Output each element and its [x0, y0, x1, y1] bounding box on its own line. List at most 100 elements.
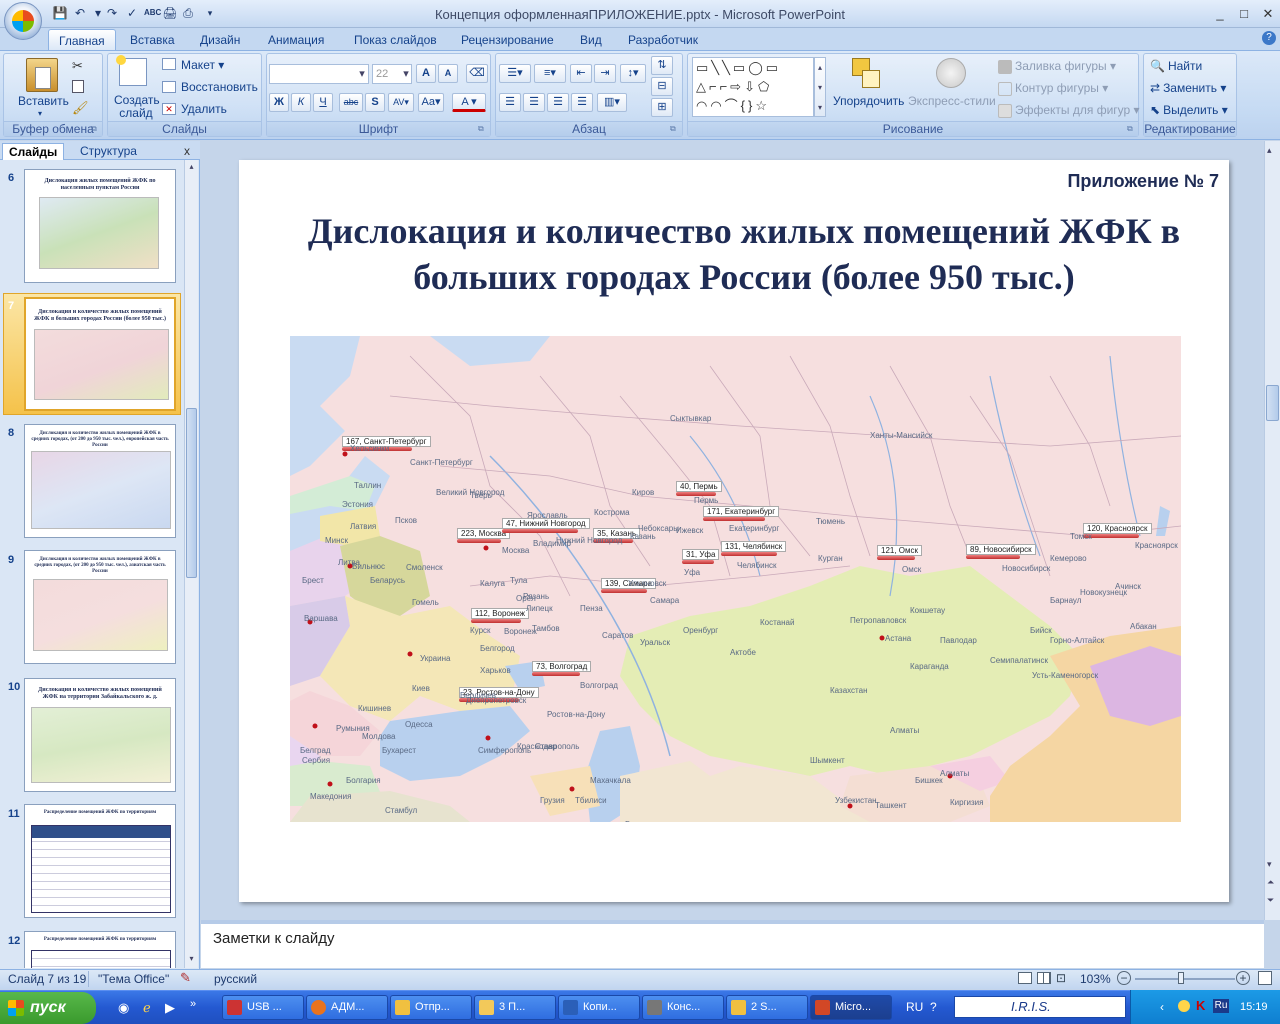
clear-formatting-button[interactable]: ⌫	[466, 64, 488, 83]
tab-animation[interactable]: Анимация	[258, 29, 334, 50]
shape-outline-button[interactable]: Контур фигуры ▾	[998, 81, 1108, 96]
slide-thumbnail[interactable]: Дислокация жилых помещений ЖФК по населе…	[24, 169, 176, 283]
tab-design[interactable]: Дизайн	[190, 29, 250, 50]
font-color-button[interactable]: A ▾	[452, 93, 486, 112]
columns-button[interactable]: ▥▾	[597, 93, 627, 112]
taskbar-item[interactable]: Отпр...	[390, 995, 472, 1020]
panel-scrollbar[interactable]: ▴ ▾	[184, 160, 198, 968]
quick-styles-button[interactable]: Экспресс-стили	[908, 94, 996, 108]
city-callout-omsk[interactable]: 121, Омск	[877, 545, 923, 560]
previous-slide-icon[interactable]: ⏶	[1267, 877, 1274, 888]
copy-icon[interactable]	[72, 80, 84, 93]
taskbar-item-active[interactable]: Micro...	[810, 995, 892, 1020]
minimize-button[interactable]: _	[1210, 6, 1230, 22]
theme-name[interactable]: "Тема Office"	[98, 972, 169, 986]
iris-toolbar[interactable]: I.R.I.S.	[954, 996, 1126, 1018]
slide-thumbnail[interactable]: Распределение помещений ЖФК по территори…	[24, 931, 176, 968]
next-slide-icon[interactable]: ⏷	[1267, 895, 1274, 906]
city-callout-ufa[interactable]: 31, Уфа	[682, 549, 720, 564]
cut-icon[interactable]: ✂	[72, 58, 83, 74]
font-launcher-icon[interactable]: ⧉	[478, 124, 484, 134]
slide-thumbnail[interactable]: Дислокация и количество жилых помещений …	[24, 550, 176, 664]
delete-button[interactable]: Удалить	[181, 102, 227, 116]
tray-keyboard-layout-icon[interactable]: Ru	[1213, 999, 1229, 1013]
taskbar-item[interactable]: Копи...	[558, 995, 640, 1020]
scroll-down-icon[interactable]: ▾	[1267, 859, 1272, 870]
language-bar[interactable]: RU	[906, 1000, 923, 1014]
tab-developer[interactable]: Разработчик	[618, 29, 708, 50]
quicklaunch-expand-icon[interactable]: »	[190, 998, 196, 1010]
slideshow-icon[interactable]: ⊡	[1056, 971, 1066, 985]
shape-effects-button[interactable]: Эффекты для фигур ▾	[998, 103, 1140, 118]
increase-indent-button[interactable]: ⇥	[594, 64, 616, 83]
office-button[interactable]	[4, 2, 42, 40]
paste-icon[interactable]	[26, 58, 58, 92]
tab-view[interactable]: Вид	[570, 29, 612, 50]
language-indicator[interactable]: русский	[214, 972, 257, 986]
city-callout-novosibirsk[interactable]: 89, Новосибирск	[966, 544, 1036, 559]
italic-button[interactable]: К	[291, 93, 311, 112]
align-left-button[interactable]: ☰	[499, 93, 521, 112]
new-slide-button[interactable]: Создать слайд	[114, 94, 160, 120]
strikethrough-button[interactable]: abc	[339, 93, 363, 112]
align-text-button[interactable]: ⊟	[651, 77, 673, 96]
quicklaunch-explorer-icon[interactable]: ◉	[118, 1000, 129, 1016]
layout-button[interactable]: Макет ▾	[181, 58, 224, 72]
arrange-button[interactable]: Упорядочить	[833, 94, 904, 108]
slide-scrollbar[interactable]: ▴ ▾ ⏶ ⏷	[1264, 141, 1280, 920]
close-button[interactable]: ✕	[1258, 6, 1278, 22]
shadow-button[interactable]: S	[365, 93, 385, 112]
tray-k-icon[interactable]: K	[1196, 998, 1205, 1013]
city-callout-ekaterinburg[interactable]: 171, Екатеринбург	[703, 506, 780, 521]
fit-to-window-icon[interactable]	[1258, 971, 1272, 985]
spellcheck-icon[interactable]: ✎	[180, 970, 191, 986]
select-button[interactable]: ⬉ Выделить ▾	[1150, 103, 1228, 117]
slide-sorter-icon[interactable]	[1037, 972, 1051, 984]
notes-pane[interactable]: Заметки к слайду	[201, 920, 1264, 968]
text-direction-button[interactable]: ⇅	[651, 56, 673, 75]
smartart-button[interactable]: ⊞	[651, 98, 673, 117]
tray-smile-icon[interactable]	[1178, 1000, 1190, 1012]
city-callout-perm[interactable]: 40, Пермь	[676, 481, 722, 496]
taskbar-item[interactable]: Конс...	[642, 995, 724, 1020]
zoom-out-icon[interactable]: −	[1117, 971, 1131, 985]
slide-thumbnail[interactable]: Распределение помещений ЖФК по территори…	[24, 804, 176, 918]
drawing-launcher-icon[interactable]: ⧉	[1127, 124, 1133, 134]
slide-title[interactable]: Дислокация и количество жилых помещений …	[279, 208, 1209, 300]
paste-button[interactable]: Вставить	[18, 94, 69, 108]
paste-dropdown-icon[interactable]: ▾	[38, 109, 42, 118]
shapes-gallery-scroll[interactable]: ▴ ▾ ▾	[814, 57, 826, 117]
bullets-button[interactable]: ☰▾	[499, 64, 531, 83]
tray-arrow-icon[interactable]: ‹	[1160, 1000, 1164, 1014]
format-painter-icon[interactable]: 🖌	[72, 100, 89, 116]
taskbar-item[interactable]: АДМ...	[306, 995, 388, 1020]
align-right-button[interactable]: ☰	[547, 93, 569, 112]
slide-thumbnail-selected[interactable]: Дислокация и количество жилых помещений …	[24, 297, 176, 411]
city-callout-krasnoyarsk[interactable]: 120, Красноярск	[1083, 523, 1152, 538]
tab-insert[interactable]: Вставка	[120, 29, 185, 50]
tab-home[interactable]: Главная	[48, 29, 116, 50]
shapes-gallery[interactable]: ▭╲╲▭◯▭ △⌐⌐⇨⇩⬠ ◠◠⌒{}☆	[692, 57, 814, 117]
appendix-label[interactable]: Приложение № 7	[1067, 171, 1219, 192]
shrink-font-button[interactable]: A	[438, 64, 458, 83]
justify-button[interactable]: ☰	[571, 93, 593, 112]
maximize-button[interactable]: □	[1234, 6, 1254, 22]
zoom-slider-thumb[interactable]	[1178, 972, 1184, 984]
taskbar-item[interactable]: 2 S...	[726, 995, 808, 1020]
city-callout-chelyabinsk[interactable]: 131, Челябинск	[721, 541, 787, 556]
quicklaunch-media-icon[interactable]: ▶	[165, 1000, 175, 1016]
new-slide-icon[interactable]	[116, 55, 147, 86]
align-center-button[interactable]: ☰	[523, 93, 545, 112]
font-size-combo[interactable]: 22 ▾	[372, 64, 412, 84]
bold-button[interactable]: Ж	[269, 93, 289, 112]
quicklaunch-ie-icon[interactable]: ℯ	[143, 1000, 151, 1016]
scroll-up-icon[interactable]: ▴	[1267, 145, 1272, 156]
tab-review[interactable]: Рецензирование	[451, 29, 564, 50]
change-case-button[interactable]: Aa▾	[418, 93, 444, 112]
city-callout-volgograd[interactable]: 73, Волгоград	[532, 661, 592, 676]
taskbar-item[interactable]: 3 П...	[474, 995, 556, 1020]
underline-button[interactable]: Ч	[313, 93, 333, 112]
grow-font-button[interactable]: A	[416, 64, 436, 83]
tab-slides[interactable]: Слайды	[2, 143, 65, 160]
city-callout-nizhny-novgorod[interactable]: 47, Нижний Новгород	[502, 518, 590, 533]
